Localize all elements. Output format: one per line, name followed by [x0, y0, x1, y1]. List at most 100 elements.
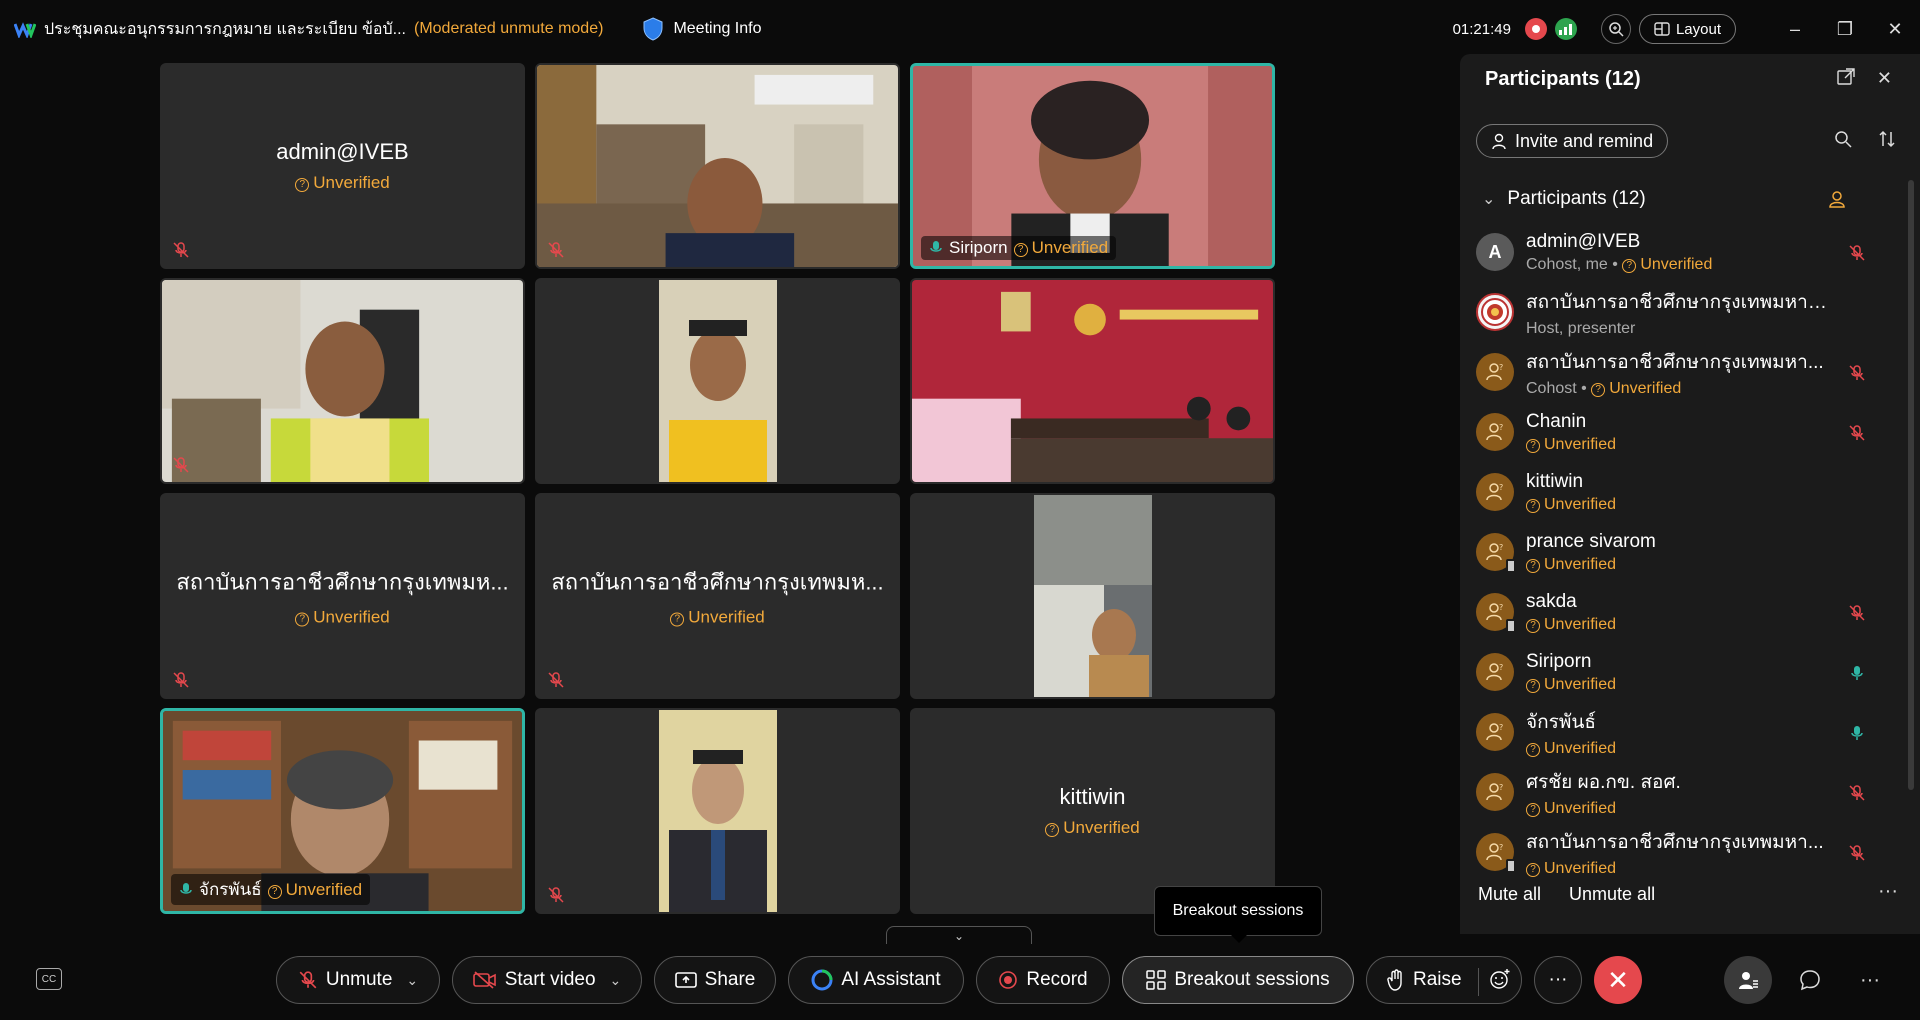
- more-apps-icon[interactable]: ···: [1846, 956, 1894, 1004]
- close-window-icon[interactable]: ✕: [1870, 0, 1920, 58]
- participant-video: [537, 65, 898, 267]
- participant-row[interactable]: ? kittiwin? Unverified: [1472, 462, 1882, 522]
- chevron-down-icon[interactable]: ⌄: [406, 972, 418, 989]
- mic-muted-icon[interactable]: [1848, 364, 1866, 382]
- share-button[interactable]: Share: [654, 956, 776, 1004]
- invite-and-remind-button[interactable]: Invite and remind: [1476, 124, 1669, 158]
- breakout-grid-icon: [1146, 970, 1167, 990]
- unverified-icon: ?: [295, 612, 310, 627]
- tile-name-tag: Siriporn ? Unverified: [921, 236, 1117, 260]
- mic-muted-icon[interactable]: [1848, 244, 1866, 262]
- participants-section-header[interactable]: ⌄ Participants (12): [1482, 188, 1845, 210]
- search-icon[interactable]: [1834, 130, 1852, 153]
- breakout-sessions-button[interactable]: Breakout sessions: [1122, 956, 1354, 1004]
- participant-row[interactable]: ? Chanin? Unverified: [1472, 402, 1882, 462]
- meeting-info-label: Meeting Info: [673, 20, 762, 37]
- svg-text:?: ?: [1499, 723, 1503, 732]
- reactions-icon[interactable]: [1478, 968, 1511, 996]
- participant-row[interactable]: ? Siriporn? Unverified: [1472, 642, 1882, 702]
- video-grid: admin@IVEB ? Unverified Siriporn ? Unver…: [160, 63, 1282, 914]
- video-tile[interactable]: admin@IVEB ? Unverified: [160, 63, 525, 269]
- participant-row[interactable]: สถาบันการอาชีวศึกษากรุงเทพมหานคร Host, pr…: [1472, 282, 1882, 342]
- video-tile[interactable]: [910, 493, 1275, 699]
- participant-row[interactable]: ? สถาบันการอาชีวศึกษากรุงเทพมหา... Cohost …: [1472, 342, 1882, 402]
- panel-more-options-icon[interactable]: ···: [1878, 880, 1898, 903]
- participant-row[interactable]: ? จักรพันธ์? Unverified: [1472, 702, 1882, 762]
- participant-row[interactable]: ? prance sivarom? Unverified: [1472, 522, 1882, 582]
- participant-list-scrollbar[interactable]: [1908, 180, 1914, 790]
- sort-icon[interactable]: [1878, 130, 1896, 153]
- person-avatar-icon: ?: [1476, 533, 1516, 573]
- pop-out-icon[interactable]: [1837, 68, 1855, 91]
- raise-hand-button[interactable]: Raise: [1366, 956, 1522, 1004]
- layout-button[interactable]: Layout: [1638, 14, 1736, 44]
- person-avatar-icon: ?: [1476, 833, 1516, 873]
- video-tile[interactable]: [160, 278, 525, 484]
- ai-assistant-button[interactable]: AI Assistant: [788, 956, 964, 1004]
- unverified-icon: ?: [1526, 438, 1540, 453]
- person-avatar-icon: ?: [1476, 473, 1514, 511]
- participant-status: Unverified: [1544, 739, 1617, 757]
- participant-row[interactable]: ? ศรชัย ผอ.กข. สอศ.? Unverified: [1472, 762, 1882, 822]
- record-button[interactable]: Record: [976, 956, 1110, 1004]
- meeting-title: ประชุมคณะอนุกรรมการกฎหมาย และระเบียบ ข้อ…: [44, 20, 406, 38]
- meeting-info-button[interactable]: Meeting Info: [643, 17, 762, 41]
- recording-indicator-icon[interactable]: [1524, 18, 1547, 40]
- video-tile-active-speaker[interactable]: จักรพันธ์ ? Unverified: [160, 708, 525, 914]
- tile-status: Unverified: [313, 173, 390, 192]
- unverified-icon: ?: [1526, 802, 1540, 817]
- person-avatar-icon: ?: [1476, 593, 1516, 633]
- mic-muted-icon[interactable]: [1848, 604, 1866, 622]
- chevron-down-icon[interactable]: ⌄: [1482, 189, 1495, 209]
- participant-row[interactable]: ? สถาบันการอาชีวศึกษากรุงเทพมหา...? Unveri…: [1472, 822, 1882, 882]
- participant-status: Unverified: [1544, 675, 1617, 693]
- video-tile[interactable]: [535, 278, 900, 484]
- collapse-grid-chevron-icon[interactable]: ⌄: [886, 926, 1032, 944]
- close-panel-icon[interactable]: ✕: [1877, 68, 1892, 91]
- participant-row[interactable]: ? sakda? Unverified: [1472, 582, 1882, 642]
- unverified-icon: ?: [1045, 823, 1060, 837]
- video-tile[interactable]: สถาบันการอาชีวศึกษากรุงเทพมห... ? Unverif…: [160, 493, 525, 699]
- mic-on-icon[interactable]: [1848, 724, 1866, 742]
- chat-icon[interactable]: [1786, 956, 1834, 1004]
- participant-status: Unverified: [1640, 255, 1713, 273]
- mic-muted-icon: [173, 457, 189, 473]
- mobile-device-icon: [1506, 559, 1516, 573]
- participant-name: Siriporn: [1526, 650, 1592, 672]
- panel-title: Participants (12): [1485, 67, 1641, 90]
- mute-all-button[interactable]: Mute all: [1478, 884, 1541, 905]
- mic-muted-icon[interactable]: [1848, 424, 1866, 442]
- zoom-icon[interactable]: [1600, 14, 1631, 44]
- end-call-icon[interactable]: ✕: [1594, 956, 1642, 1004]
- network-signal-icon[interactable]: [1554, 18, 1577, 40]
- closed-captions-icon[interactable]: CC: [36, 968, 62, 990]
- title-bar: ประชุมคณะอนุกรรมการกฎหมาย และระเบียบ ข้อ…: [0, 0, 1920, 58]
- unmute-label: Unmute: [325, 969, 393, 990]
- mic-on-icon[interactable]: [1848, 664, 1866, 682]
- unverified-icon: ?: [1591, 382, 1606, 397]
- video-tile[interactable]: สถาบันการอาชีวศึกษากรุงเทพมห... ? Unverif…: [535, 493, 900, 699]
- mic-muted-icon[interactable]: [1848, 784, 1866, 802]
- participant-status: Unverified: [1544, 859, 1617, 877]
- more-options-button[interactable]: ···: [1534, 956, 1582, 1004]
- start-video-button[interactable]: Start video ⌄: [452, 956, 642, 1004]
- video-tile-active-speaker[interactable]: Siriporn ? Unverified: [910, 63, 1275, 269]
- video-tile[interactable]: [535, 708, 900, 914]
- restore-icon[interactable]: ❐: [1820, 0, 1870, 58]
- tile-participant-name: admin@IVEB: [276, 139, 409, 164]
- participant-name: prance sivarom: [1526, 530, 1656, 552]
- participant-row[interactable]: Aadmin@IVEB Cohost, me • ? Unverified: [1472, 222, 1882, 282]
- video-tile[interactable]: [910, 278, 1275, 484]
- mobile-device-icon: [1506, 859, 1516, 873]
- video-tile[interactable]: kittiwin ? Unverified: [910, 708, 1275, 914]
- unmute-all-button[interactable]: Unmute all: [1569, 884, 1655, 905]
- mic-muted-icon: [173, 672, 189, 688]
- minimize-icon[interactable]: –: [1770, 0, 1820, 58]
- chevron-down-icon[interactable]: ⌄: [610, 972, 622, 989]
- tile-status: Unverified: [1031, 238, 1109, 257]
- video-tile[interactable]: [535, 63, 900, 269]
- mic-muted-icon[interactable]: [1848, 844, 1866, 862]
- participants-panel-icon[interactable]: [1724, 956, 1772, 1004]
- participant-role: Cohost: [1526, 379, 1577, 397]
- unmute-button[interactable]: Unmute ⌄: [276, 956, 440, 1004]
